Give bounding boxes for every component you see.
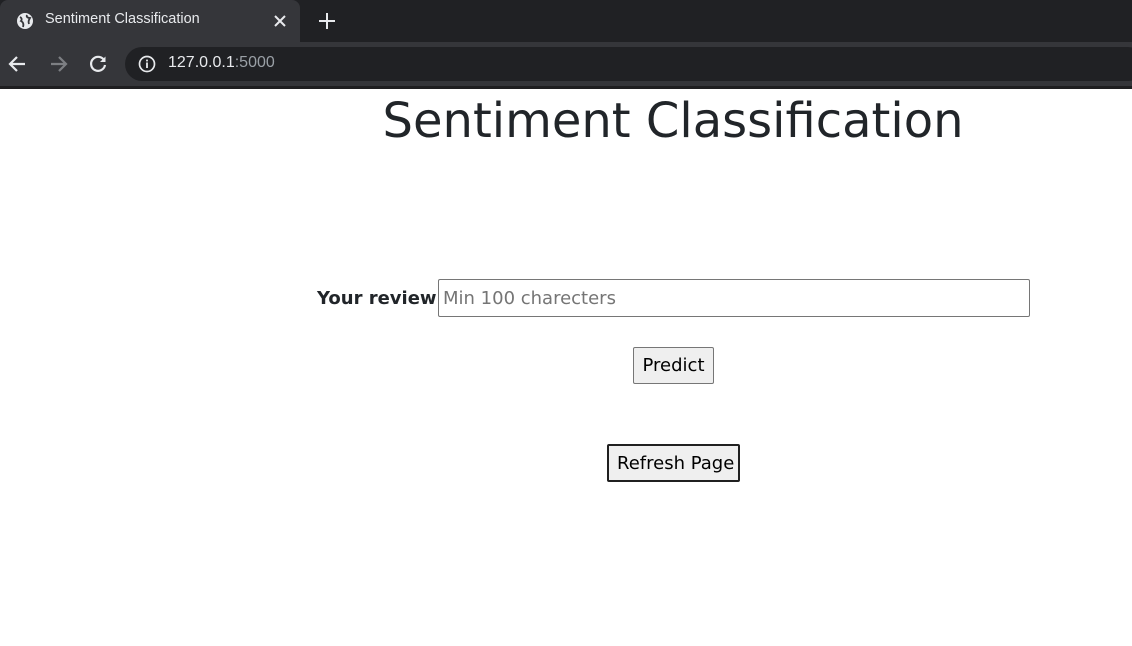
close-icon[interactable] <box>271 12 289 30</box>
refresh-page-button[interactable]: Refresh Page <box>607 444 740 482</box>
forward-arrow-icon[interactable] <box>47 53 69 75</box>
globe-icon <box>17 13 33 29</box>
browser-toolbar: 127.0.0.1:5000 <box>0 42 1132 86</box>
predict-button[interactable]: Predict <box>633 347 714 384</box>
address-bar[interactable]: 127.0.0.1:5000 <box>125 47 1132 81</box>
url-port: :5000 <box>234 54 275 71</box>
review-label: Your review: <box>317 288 444 309</box>
url-text: 127.0.0.1:5000 <box>168 54 275 72</box>
plus-icon[interactable] <box>317 11 337 31</box>
page-title: Sentiment Classification <box>382 93 964 149</box>
review-input[interactable] <box>438 279 1030 317</box>
browser-tab[interactable]: Sentiment Classification <box>0 0 300 42</box>
tab-strip: Sentiment Classification <box>0 0 1132 42</box>
reload-icon[interactable] <box>87 53 109 75</box>
info-icon[interactable] <box>138 55 156 73</box>
back-arrow-icon[interactable] <box>7 53 29 75</box>
tab-title: Sentiment Classification <box>45 11 200 27</box>
url-host: 127.0.0.1 <box>168 54 235 71</box>
